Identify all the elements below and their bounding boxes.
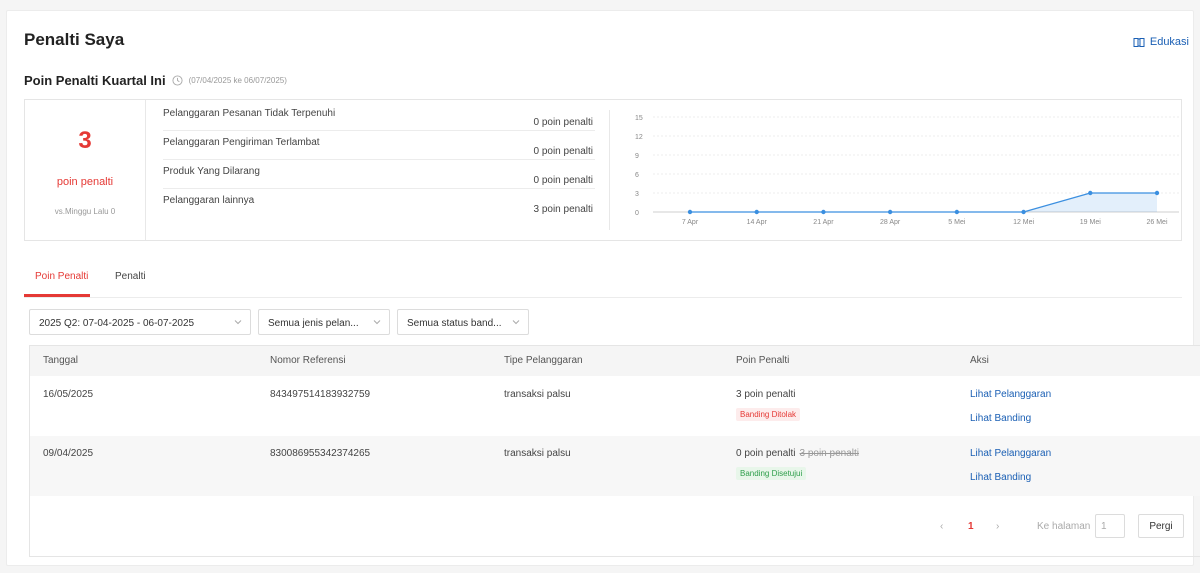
appeal-status-select[interactable]: Semua status band... [397, 309, 529, 335]
table-row: 09/04/2025 830086955342374265 transaksi … [30, 436, 1200, 496]
pagination: ‹ 1 › Ke halaman Pergi [938, 514, 1188, 540]
x-tick-label: 26 Mei [1146, 219, 1167, 226]
breakdown-label: Produk Yang Dilarang [163, 166, 260, 177]
breakdown-label: Pelanggaran Pesanan Tidak Terpenuhi [163, 108, 336, 119]
total-points-unit: poin penalti [56, 176, 114, 188]
x-tick-label: 19 Mei [1080, 219, 1101, 226]
data-point [1021, 209, 1026, 215]
x-tick-label: 7 Apr [682, 219, 699, 226]
breakdown-label: Pelanggaran lainnya [163, 195, 255, 206]
x-tick-label: 12 Mei [1013, 219, 1034, 226]
goto-page-input[interactable] [1095, 514, 1125, 538]
penalty-breakdown: Pelanggaran Pesanan Tidak Terpenuhi 0 po… [147, 100, 595, 240]
table-header: Tanggal Nomor Referensi Tipe Pelanggaran… [30, 346, 1200, 376]
column-header-points: Poin Penalti [736, 355, 790, 366]
penalty-table: Tanggal Nomor Referensi Tipe Pelanggaran… [29, 345, 1200, 557]
row-points-value: 3 poin penalti [736, 389, 796, 400]
total-points-box: 3 poin penalti vs.Minggu Lalu 0 [25, 100, 146, 240]
breakdown-value: 0 poin penalti [533, 146, 594, 157]
violation-type-value: Semua jenis pelan... [268, 318, 359, 329]
y-tick-label: 0 [635, 210, 639, 217]
quarter-title-row: Poin Penalti Kuartal Ini (07/04/2025 ke … [24, 73, 287, 88]
x-tick-label: 14 Apr [747, 219, 768, 226]
column-header-reference: Nomor Referensi [270, 355, 346, 366]
column-header-date: Tanggal [43, 355, 79, 366]
page-title: Penalti Saya [24, 30, 125, 49]
breakdown-value: 0 poin penalti [533, 175, 594, 186]
row-date: 16/05/2025 [43, 389, 94, 400]
breakdown-value: 3 poin penalti [533, 204, 594, 215]
chevron-down-icon [234, 320, 242, 325]
page-1-button[interactable]: 1 [968, 521, 974, 532]
clock-icon[interactable] [172, 75, 183, 86]
data-point [1088, 190, 1093, 196]
next-page-button[interactable]: › [996, 521, 999, 532]
data-point [821, 209, 826, 215]
row-points-value: 0 poin penalti [736, 448, 796, 459]
quarter-select[interactable]: 2025 Q2: 07-04-2025 - 06-07-2025 [29, 309, 251, 335]
x-tick-label: 5 Mei [948, 219, 966, 226]
appeal-status-badge: Banding Disetujui [736, 467, 807, 480]
book-icon [1133, 38, 1145, 47]
violation-type-select[interactable]: Semua jenis pelan... [258, 309, 390, 335]
view-violation-link[interactable]: Lihat Pelanggaran [970, 389, 1051, 400]
appeal-status-badge: Banding Ditolak [736, 408, 801, 421]
view-appeal-link[interactable]: Lihat Banding [970, 472, 1031, 483]
y-tick-label: 15 [635, 115, 643, 122]
chevron-down-icon [373, 320, 381, 325]
penalty-card: Penalti Saya Edukasi Poin Penalti Kuarta… [6, 10, 1200, 566]
column-header-action: Aksi [970, 355, 989, 366]
breakdown-row: Produk Yang Dilarang 0 poin penalti [163, 160, 595, 189]
panel-divider [609, 110, 610, 230]
appeal-status-value: Semua status band... [407, 318, 502, 329]
breakdown-row: Pelanggaran lainnya 3 poin penalti [163, 189, 595, 218]
view-appeal-link[interactable]: Lihat Banding [970, 413, 1031, 424]
tab-penalty-points[interactable]: Poin Penalti [35, 271, 88, 282]
prev-page-button[interactable]: ‹ [940, 521, 943, 532]
data-point [687, 209, 693, 215]
y-tick-label: 12 [635, 134, 643, 141]
breakdown-value: 0 poin penalti [533, 117, 594, 128]
tab-penalty[interactable]: Penalti [115, 271, 146, 282]
quarter-date-range: (07/04/2025 ke 06/07/2025) [188, 76, 287, 85]
data-point [954, 209, 960, 215]
table-row: 16/05/2025 843497514183932759 transaksi … [30, 376, 1200, 436]
quarter-title: Poin Penalti Kuartal Ini [24, 73, 166, 88]
row-points: 0 poin penalti 3 poin penalti [736, 448, 859, 459]
row-reference: 843497514183932759 [270, 389, 371, 400]
row-points-original: 3 poin penalti [799, 448, 860, 459]
weekly-comparison: vs.Minggu Lalu 0 [54, 207, 116, 216]
breakdown-row: Pelanggaran Pengiriman Terlambat 0 poin … [163, 131, 595, 160]
row-date: 09/04/2025 [43, 448, 94, 459]
breakdown-label: Pelanggaran Pengiriman Terlambat [163, 137, 320, 148]
column-header-type: Tipe Pelanggaran [504, 355, 583, 366]
series-area [690, 193, 1157, 212]
education-label: Edukasi [1149, 36, 1189, 48]
y-tick-label: 9 [635, 153, 639, 160]
tab-bar: Poin Penalti Penalti [24, 261, 1182, 298]
go-button[interactable]: Pergi [1138, 514, 1184, 538]
view-violation-link[interactable]: Lihat Pelanggaran [970, 448, 1051, 459]
chevron-down-icon [512, 320, 520, 325]
data-point [887, 209, 893, 215]
penalty-summary-panel: 3 poin penalti vs.Minggu Lalu 0 Pelangga… [24, 99, 1182, 241]
y-tick-label: 3 [635, 191, 639, 198]
row-violation-type: transaksi palsu [504, 448, 571, 459]
x-tick-label: 28 Apr [880, 219, 901, 226]
y-tick-label: 6 [635, 172, 639, 179]
penalty-trend-chart: 0 3 6 9 12 15 7 Apr 14 Apr 21 Apr 28 Apr 5 Mei 12 M… [635, 115, 1179, 226]
row-points: 3 poin penalti [736, 389, 796, 400]
data-point [1154, 190, 1160, 196]
education-link[interactable]: Edukasi [1133, 36, 1189, 48]
x-tick-label: 21 Apr [813, 219, 834, 226]
breakdown-row: Pelanggaran Pesanan Tidak Terpenuhi 0 po… [163, 102, 595, 131]
data-point [754, 209, 759, 215]
total-points-value: 3 [78, 127, 92, 154]
goto-page-label: Ke halaman [1037, 521, 1091, 532]
row-reference: 830086955342374265 [270, 448, 371, 459]
active-tab-indicator [24, 294, 90, 297]
quarter-select-value: 2025 Q2: 07-04-2025 - 06-07-2025 [39, 318, 195, 329]
row-violation-type: transaksi palsu [504, 389, 571, 400]
